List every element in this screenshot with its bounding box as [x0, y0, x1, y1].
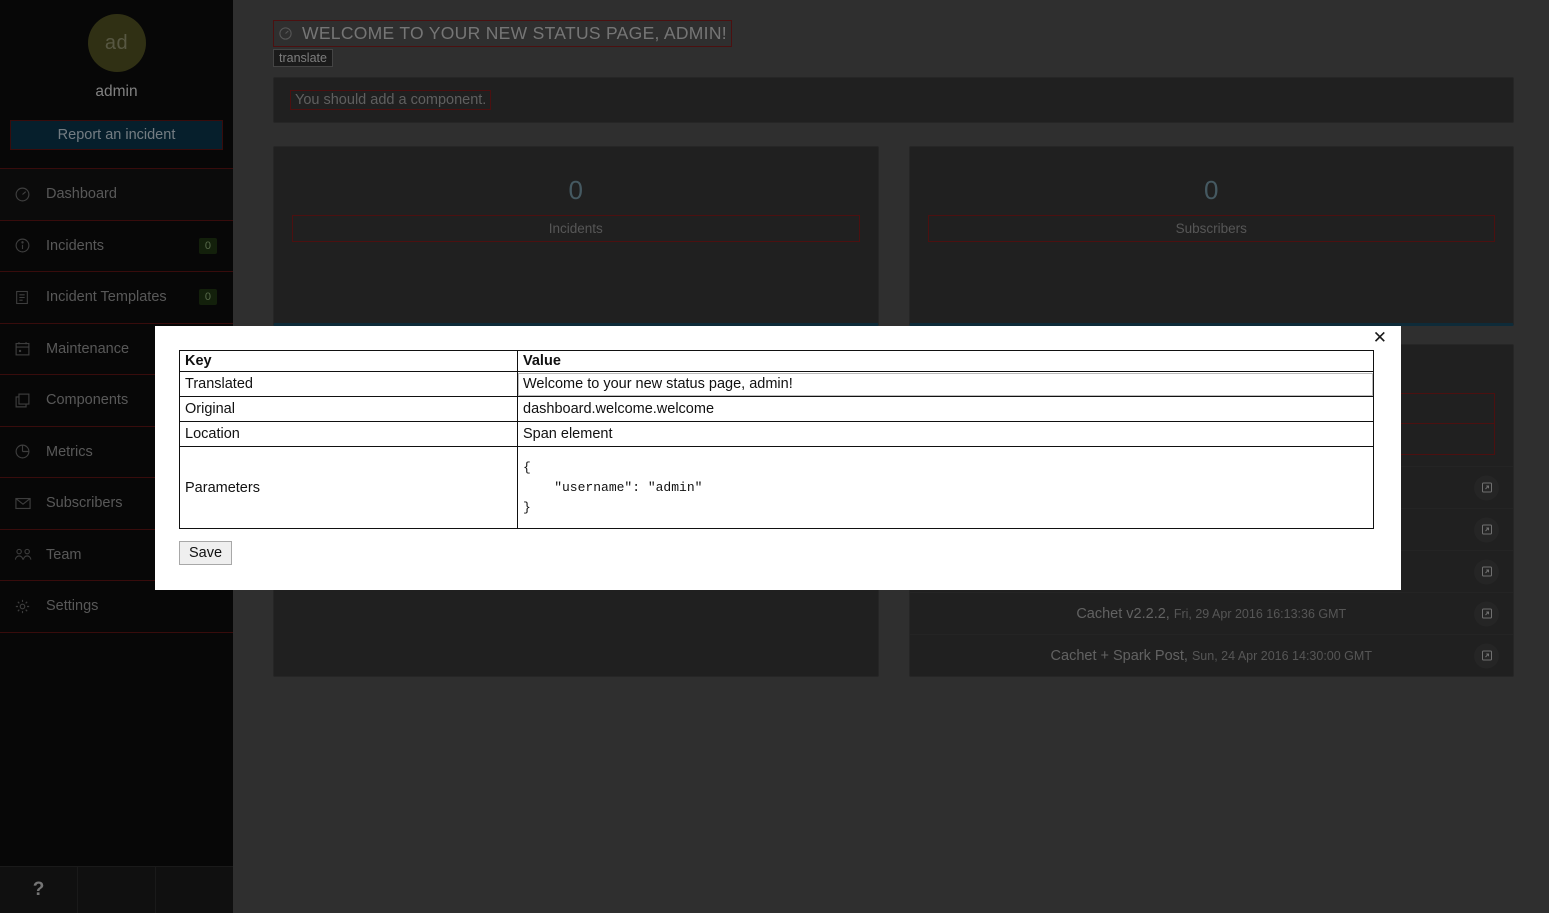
- sidebar-item-dashboard[interactable]: Dashboard: [0, 168, 233, 221]
- translate-tag-button[interactable]: translate: [273, 49, 333, 67]
- calendar-icon: [14, 340, 36, 358]
- profile-block: ad admin: [0, 0, 233, 101]
- page-header: WELCOME TO YOUR NEW STATUS PAGE, ADMIN! …: [273, 18, 1514, 67]
- stat-cards: 0 Incidents 0 Subscribers: [273, 146, 1514, 326]
- column-header-value: Value: [517, 350, 1374, 372]
- parameters-json: { "username": "admin" }: [523, 459, 703, 515]
- external-link-icon[interactable]: [1474, 643, 1499, 668]
- help-icon-glyph: ?: [32, 879, 45, 900]
- external-link-icon[interactable]: [1474, 517, 1499, 542]
- list-item[interactable]: Cachet v2.2.2, Fri, 29 Apr 2016 16:13:36…: [909, 592, 1513, 634]
- translate-modal: ✕ Key Value Translated Original dashboar…: [155, 326, 1401, 590]
- gear-icon: [14, 597, 36, 615]
- close-icon[interactable]: ✕: [1373, 330, 1387, 347]
- gauge-icon: [278, 26, 293, 41]
- logout-icon[interactable]: [156, 867, 233, 913]
- external-link-icon[interactable]: [1474, 475, 1499, 500]
- stat-value: 0: [568, 175, 583, 205]
- sidebar-item-label: Incident Templates: [46, 289, 167, 306]
- news-title: Cachet v2.2.2,: [1076, 605, 1170, 622]
- sidebar-item-incident-templates[interactable]: Incident Templates 0: [0, 271, 233, 324]
- mail-icon: [14, 494, 36, 512]
- translated-input[interactable]: [518, 372, 1373, 396]
- report-incident-button[interactable]: Report an incident: [10, 120, 223, 150]
- sidebar-item-label: Dashboard: [46, 186, 117, 203]
- stat-card-incidents: 0 Incidents: [273, 146, 879, 326]
- status-badge: 0: [198, 289, 217, 306]
- row-key-original: Original: [179, 396, 518, 422]
- row-key-location: Location: [179, 421, 518, 447]
- news-date: Fri, 29 Apr 2016 16:13:36 GMT: [1173, 606, 1347, 621]
- save-button[interactable]: Save: [179, 541, 233, 565]
- avatar-initials: ad: [104, 31, 129, 54]
- table-row: Original dashboard.welcome.welcome: [179, 396, 1374, 422]
- stat-label[interactable]: Subscribers: [927, 215, 1495, 242]
- row-key-parameters: Parameters: [179, 446, 518, 529]
- sidebar-item-incidents[interactable]: Incidents 0: [0, 219, 233, 272]
- gauge-icon: [14, 185, 36, 203]
- monitor-icon[interactable]: [78, 867, 156, 913]
- people-icon: [14, 546, 36, 564]
- table-row: Parameters { "username": "admin" }: [179, 446, 1374, 529]
- row-value-original: dashboard.welcome.welcome: [517, 396, 1374, 422]
- translation-table: Key Value Translated Original dashboard.…: [179, 350, 1374, 529]
- sidebar-item-label: Incidents: [46, 237, 105, 254]
- row-key-translated: Translated: [179, 371, 518, 397]
- table-row: Translated: [179, 371, 1374, 397]
- external-link-icon[interactable]: [1474, 559, 1499, 584]
- help-icon[interactable]: ?: [0, 867, 78, 913]
- add-component-alert: You should add a component.: [273, 77, 1514, 123]
- layers-icon: [14, 391, 36, 409]
- list-item[interactable]: Cachet + Spark Post, Sun, 24 Apr 2016 14…: [909, 634, 1513, 676]
- pie-icon: [14, 443, 36, 461]
- news-date: Sun, 24 Apr 2016 14:30:00 GMT: [1191, 648, 1372, 663]
- table-row: Location Span element: [179, 421, 1374, 447]
- stat-value: 0: [1204, 175, 1219, 205]
- column-header-key: Key: [179, 350, 518, 372]
- row-value-translated: [517, 371, 1374, 397]
- avatar[interactable]: ad: [87, 14, 146, 72]
- app-root: ad admin Report an incident Dashboard In…: [0, 0, 1549, 913]
- page-title: WELCOME TO YOUR NEW STATUS PAGE, ADMIN!: [302, 22, 727, 43]
- report-incident-label: Report an incident: [57, 127, 176, 143]
- sidebar-item-label: Settings: [46, 598, 99, 615]
- list-icon: [14, 288, 36, 306]
- table-header-row: Key Value: [179, 350, 1374, 372]
- sidebar-footer: ?: [0, 866, 233, 913]
- stat-label[interactable]: Incidents: [292, 215, 860, 242]
- row-value-parameters: { "username": "admin" }: [517, 446, 1374, 529]
- page-title-highlight[interactable]: WELCOME TO YOUR NEW STATUS PAGE, ADMIN!: [273, 19, 732, 47]
- external-link-icon[interactable]: [1474, 601, 1499, 626]
- news-title: Cachet + Spark Post,: [1050, 647, 1188, 664]
- status-badge: 0: [198, 237, 217, 254]
- row-value-location: Span element: [517, 421, 1374, 447]
- profile-username: admin: [95, 83, 138, 100]
- stat-card-subscribers: 0 Subscribers: [908, 146, 1514, 326]
- alert-message[interactable]: You should add a component.: [290, 90, 492, 110]
- info-icon: [14, 237, 36, 255]
